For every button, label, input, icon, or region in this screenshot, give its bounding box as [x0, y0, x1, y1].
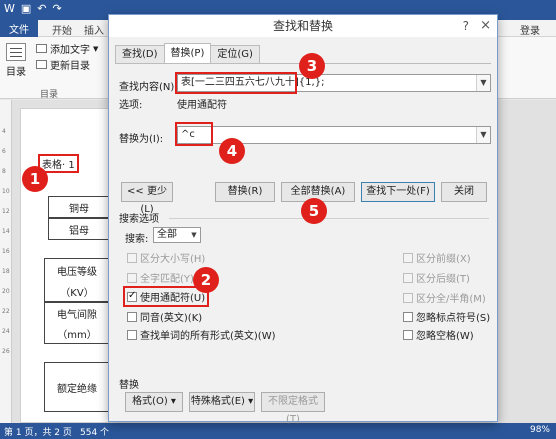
checkbox[interactable]	[403, 292, 413, 303]
checkbox[interactable]	[403, 252, 413, 263]
options-value: 使用通配符	[177, 100, 227, 111]
add-text-icon	[36, 44, 47, 53]
no-format-button[interactable]: 不限定格式(T)	[261, 392, 325, 425]
toc-button[interactable]: 目录	[6, 43, 26, 78]
ribbon-group-label: 目录	[40, 90, 59, 100]
search-label: 搜索:	[125, 234, 149, 245]
login-link[interactable]: 登录	[520, 22, 540, 37]
tab-goto[interactable]: 定位(G)	[210, 45, 260, 63]
checkbox[interactable]	[127, 272, 137, 283]
find-label: 查找内容(N):	[119, 82, 178, 93]
undo-icon[interactable]: ↶	[37, 2, 46, 15]
close-icon[interactable]: ×	[480, 18, 491, 33]
tab-file[interactable]: 文件	[0, 20, 38, 37]
replace-button[interactable]: 替换(R)	[215, 182, 275, 202]
find-next-button[interactable]: 查找下一处(F)	[361, 182, 435, 202]
tab-insert[interactable]: 插入	[84, 22, 104, 37]
divider	[169, 218, 489, 219]
tab-replace[interactable]: 替换(P)	[163, 43, 212, 63]
special-format-button[interactable]: 特殊格式(E) ▾	[189, 392, 255, 412]
annotation-badge: 5	[301, 198, 327, 224]
table-cell: （mm）	[44, 324, 110, 344]
table-cell: 电气间隙	[44, 302, 110, 324]
table-cell: 电压等级	[44, 258, 110, 282]
opt-ignore-whitespace[interactable]: 忽略空格(W)	[403, 327, 474, 342]
chevron-down-icon: ▼	[93, 44, 99, 53]
replace-section-title: 替换	[119, 380, 139, 391]
opt-match-case[interactable]: 区分大小写(H)	[127, 250, 205, 265]
table-cell: 额定绝缘	[44, 362, 110, 412]
dialog-title: 查找和替换	[109, 15, 497, 37]
replace-panel: 查找内容(N): 表[一二三四五六七八九十]{1,}; ▼ 选项: 使用通配符 …	[115, 63, 491, 425]
annotation-badge: 3	[299, 53, 325, 79]
format-button[interactable]: 格式(O) ▾	[125, 392, 183, 412]
chevron-down-icon[interactable]: ▼	[476, 75, 490, 91]
checkbox[interactable]	[127, 329, 137, 340]
status-words: 554 个	[80, 428, 110, 438]
find-value-highlight	[175, 72, 297, 94]
less-button[interactable]: << 更少(L)	[121, 182, 173, 215]
checkbox[interactable]	[403, 329, 413, 340]
table-cell: （KV）	[44, 282, 110, 302]
chevron-down-icon: ▼	[191, 231, 197, 239]
opt-match-prefix[interactable]: 区分前缀(X)	[403, 250, 471, 265]
checkbox[interactable]	[403, 311, 413, 322]
tab-home[interactable]: 开始	[52, 22, 72, 37]
opt-match-width[interactable]: 区分全/半角(M)	[403, 290, 486, 305]
status-zoom[interactable]: 98%	[530, 425, 550, 435]
annotation-badge: 1	[22, 166, 48, 192]
update-toc-icon	[36, 60, 47, 69]
add-text-button[interactable]: 添加文字 ▼	[36, 41, 98, 56]
annotation-badge: 2	[193, 267, 219, 293]
opt-whole-word[interactable]: 全字匹配(Y)	[127, 270, 194, 285]
search-options-title: 搜索选项	[119, 214, 159, 225]
update-toc-button[interactable]: 更新目录	[36, 57, 90, 72]
tab-find[interactable]: 查找(D)	[115, 45, 165, 63]
quick-access-toolbar: W ▣ ↶ ↷	[4, 2, 62, 15]
chevron-down-icon[interactable]: ▼	[476, 127, 490, 143]
redo-icon[interactable]: ↷	[53, 2, 62, 15]
replace-value-highlight	[175, 122, 213, 146]
help-icon[interactable]: ?	[463, 19, 469, 33]
dialog-tabs: 查找(D) 替换(P) 定位(G)	[115, 43, 260, 63]
toc-icon	[6, 43, 26, 61]
checkbox[interactable]	[127, 252, 137, 263]
replace-label: 替换为(I):	[119, 134, 164, 145]
annotation-badge: 4	[219, 138, 245, 164]
table-cell: 铜母	[48, 196, 110, 218]
opt-sounds-like[interactable]: 同音(英文)(K)	[127, 309, 202, 324]
checkbox[interactable]	[127, 311, 137, 322]
toc-label: 目录	[6, 67, 26, 78]
search-direction-select[interactable]: 全部 ▼	[153, 227, 201, 243]
status-bar: 第 1 页，共 2 页 554 个 98%	[0, 423, 556, 439]
vertical-ruler: 4 6 8 10 12 14 16 18 20 22 24 26	[0, 100, 12, 423]
close-button[interactable]: 关闭	[441, 182, 487, 202]
opt-all-word-forms[interactable]: 查找单词的所有形式(英文)(W)	[127, 327, 276, 342]
options-label: 选项:	[119, 100, 143, 111]
word-app-icon: W	[4, 2, 15, 15]
opt-ignore-punctuation[interactable]: 忽略标点符号(S)	[403, 309, 490, 324]
checkbox-checked[interactable]	[127, 290, 137, 302]
table-cell: 铝母	[48, 218, 110, 240]
save-icon[interactable]: ▣	[21, 2, 31, 15]
checkbox[interactable]	[403, 272, 413, 283]
opt-match-suffix[interactable]: 区分后缀(T)	[403, 270, 470, 285]
status-page: 第 1 页，共 2 页	[4, 428, 72, 438]
